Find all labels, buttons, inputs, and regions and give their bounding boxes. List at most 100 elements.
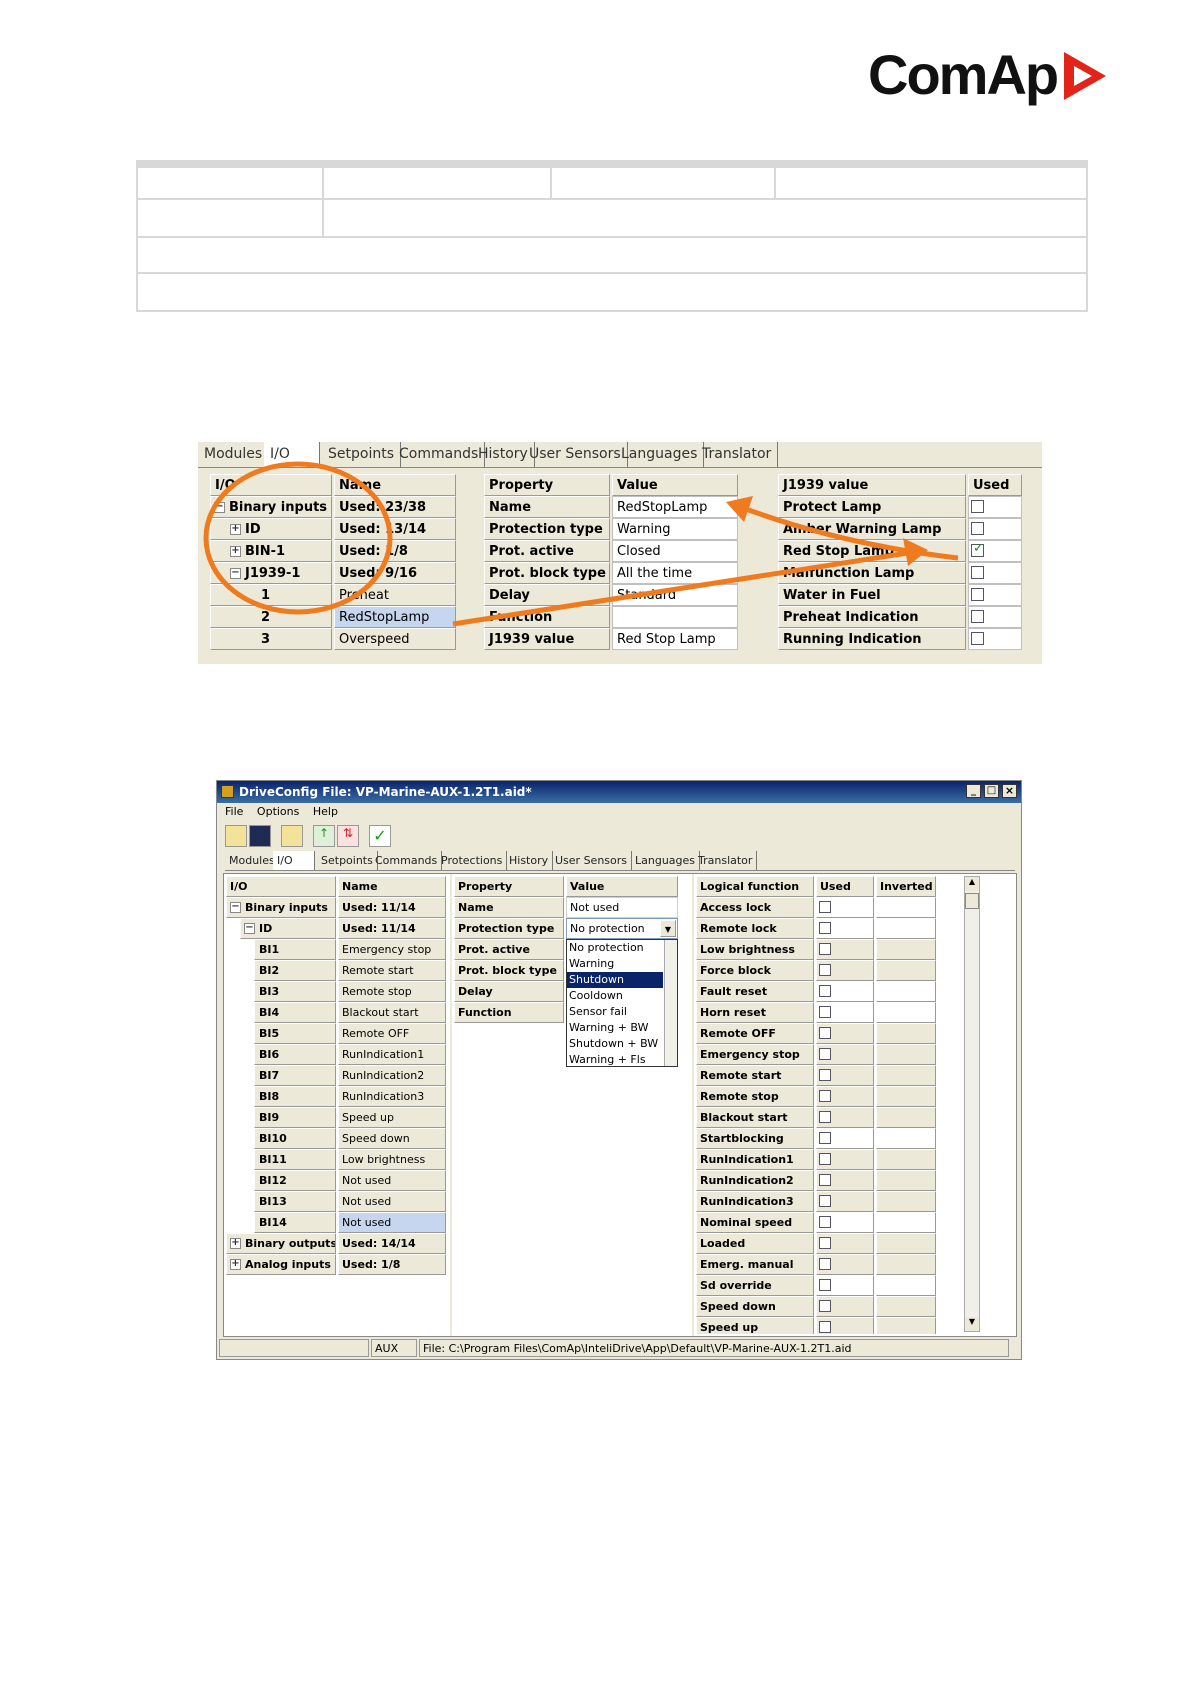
- io-tree-row[interactable]: BI3: [254, 981, 336, 1002]
- dropdown-option[interactable]: Sensor fail: [567, 1004, 663, 1020]
- io-tree-row[interactable]: BI9: [254, 1107, 336, 1128]
- inverted-cell[interactable]: [876, 1296, 936, 1317]
- used-checkbox[interactable]: [819, 1090, 831, 1102]
- inverted-cell[interactable]: [876, 1191, 936, 1212]
- tab-protections[interactable]: Protections: [437, 851, 508, 870]
- tab-commands[interactable]: Commands: [371, 851, 443, 870]
- used-checkbox[interactable]: [819, 1006, 831, 1018]
- used-checkbox[interactable]: [819, 1258, 831, 1270]
- io-tree-row[interactable]: BI10: [254, 1128, 336, 1149]
- io-tree-row[interactable]: BI4: [254, 1002, 336, 1023]
- inverted-cell[interactable]: [876, 1065, 936, 1086]
- used-checkbox[interactable]: [819, 985, 831, 997]
- used-checkbox[interactable]: [819, 943, 831, 955]
- used-checkbox[interactable]: [819, 1300, 831, 1312]
- inverted-cell[interactable]: [876, 1212, 936, 1233]
- used-checkbox[interactable]: [819, 1237, 831, 1249]
- used-checkbox[interactable]: [819, 1153, 831, 1165]
- inverted-cell[interactable]: [876, 1107, 936, 1128]
- dropdown-option[interactable]: Warning + BW: [567, 1020, 663, 1036]
- io-tree-row[interactable]: + Analog inputs: [226, 1254, 336, 1275]
- io-tree-row[interactable]: BI14: [254, 1212, 336, 1233]
- inverted-cell[interactable]: [876, 1023, 936, 1044]
- save-icon[interactable]: [249, 825, 271, 847]
- io-tree-row[interactable]: BI6: [254, 1044, 336, 1065]
- close-button[interactable]: ×: [1002, 784, 1017, 798]
- dropdown-scrollbar[interactable]: [664, 940, 677, 1066]
- expand-icon[interactable]: +: [230, 1259, 241, 1270]
- id-swap-icon[interactable]: ⇅: [337, 825, 359, 847]
- scroll-thumb[interactable]: [965, 893, 979, 909]
- io-tree-row[interactable]: BI7: [254, 1065, 336, 1086]
- inverted-cell[interactable]: [876, 960, 936, 981]
- dropdown-option[interactable]: Warning + Fls: [567, 1052, 663, 1068]
- tab-io[interactable]: I/O: [273, 851, 315, 870]
- menu-options[interactable]: Options: [257, 805, 299, 818]
- inverted-cell[interactable]: [876, 1128, 936, 1149]
- inverted-cell[interactable]: [876, 1002, 936, 1023]
- collapse-icon[interactable]: −: [230, 902, 241, 913]
- menu-file[interactable]: File: [225, 805, 243, 818]
- id-up-icon[interactable]: ↑: [313, 825, 335, 847]
- used-checkbox[interactable]: [819, 1069, 831, 1081]
- open-icon[interactable]: [225, 825, 247, 847]
- inverted-cell[interactable]: [876, 1233, 936, 1254]
- io-tree-row[interactable]: − ID: [240, 918, 336, 939]
- tab-modules[interactable]: Modules: [225, 851, 280, 870]
- io-tree-row[interactable]: BI8: [254, 1086, 336, 1107]
- tab-languages[interactable]: Languages: [631, 851, 701, 870]
- inverted-cell[interactable]: [876, 1317, 936, 1334]
- used-checkbox[interactable]: [819, 1111, 831, 1123]
- scroll-down-icon[interactable]: ▼: [965, 1317, 979, 1331]
- inverted-cell[interactable]: [876, 1044, 936, 1065]
- dropdown-option[interactable]: No protection: [567, 940, 663, 956]
- used-checkbox[interactable]: [819, 1174, 831, 1186]
- dropdown-option[interactable]: Shutdown + BW: [567, 1036, 663, 1052]
- inverted-cell[interactable]: [876, 897, 936, 918]
- used-checkbox[interactable]: [819, 1279, 831, 1291]
- io-tree-row[interactable]: BI11: [254, 1149, 336, 1170]
- inverted-cell[interactable]: [876, 981, 936, 1002]
- protection-type-dropdown-list[interactable]: No protection Warning Shutdown Cooldown Sens…: [566, 939, 678, 1067]
- used-checkbox[interactable]: [819, 901, 831, 913]
- inverted-cell[interactable]: [876, 939, 936, 960]
- inverted-cell[interactable]: [876, 1086, 936, 1107]
- used-checkbox[interactable]: [819, 922, 831, 934]
- collapse-icon[interactable]: −: [244, 923, 255, 934]
- io-tree-row[interactable]: BI5: [254, 1023, 336, 1044]
- inverted-cell[interactable]: [876, 1275, 936, 1296]
- check-icon[interactable]: ✓: [369, 825, 391, 847]
- menu-help[interactable]: Help: [313, 805, 338, 818]
- io-tree-row[interactable]: BI12: [254, 1170, 336, 1191]
- io-tree-row[interactable]: − Binary inputs: [226, 897, 336, 918]
- used-checkbox[interactable]: [819, 1195, 831, 1207]
- used-checkbox[interactable]: [819, 1321, 831, 1333]
- used-checkbox[interactable]: [819, 1132, 831, 1144]
- tab-history[interactable]: History: [505, 851, 554, 870]
- used-checkbox[interactable]: [819, 964, 831, 976]
- used-checkbox[interactable]: [819, 1216, 831, 1228]
- property-value-cell[interactable]: No protection ▼: [566, 918, 678, 939]
- dropdown-arrow-icon[interactable]: ▼: [660, 920, 676, 937]
- inverted-cell[interactable]: [876, 1254, 936, 1275]
- dropdown-option[interactable]: Warning: [567, 956, 663, 972]
- tab-translator[interactable]: Translator: [694, 851, 758, 870]
- maximize-button[interactable]: □: [984, 784, 999, 798]
- io-tree-row[interactable]: BI2: [254, 960, 336, 981]
- scroll-up-icon[interactable]: ▲: [965, 877, 979, 891]
- minimize-button[interactable]: _: [966, 784, 981, 798]
- io-tree-row[interactable]: BI1: [254, 939, 336, 960]
- dropdown-option[interactable]: Cooldown: [567, 988, 663, 1004]
- import-icon[interactable]: [281, 825, 303, 847]
- property-value-cell[interactable]: Not used: [566, 897, 678, 918]
- inverted-cell[interactable]: [876, 1149, 936, 1170]
- used-checkbox[interactable]: [819, 1048, 831, 1060]
- io-tree-row[interactable]: BI13: [254, 1191, 336, 1212]
- used-checkbox[interactable]: [819, 1027, 831, 1039]
- scrollbar[interactable]: ▲ ▼: [964, 876, 980, 1332]
- io-tree-row[interactable]: + Binary outputs: [226, 1233, 336, 1254]
- inverted-cell[interactable]: [876, 1170, 936, 1191]
- tab-setpoints[interactable]: Setpoints: [317, 851, 378, 870]
- dropdown-option[interactable]: Shutdown: [567, 972, 663, 988]
- tab-user-sensors[interactable]: User Sensors: [551, 851, 633, 870]
